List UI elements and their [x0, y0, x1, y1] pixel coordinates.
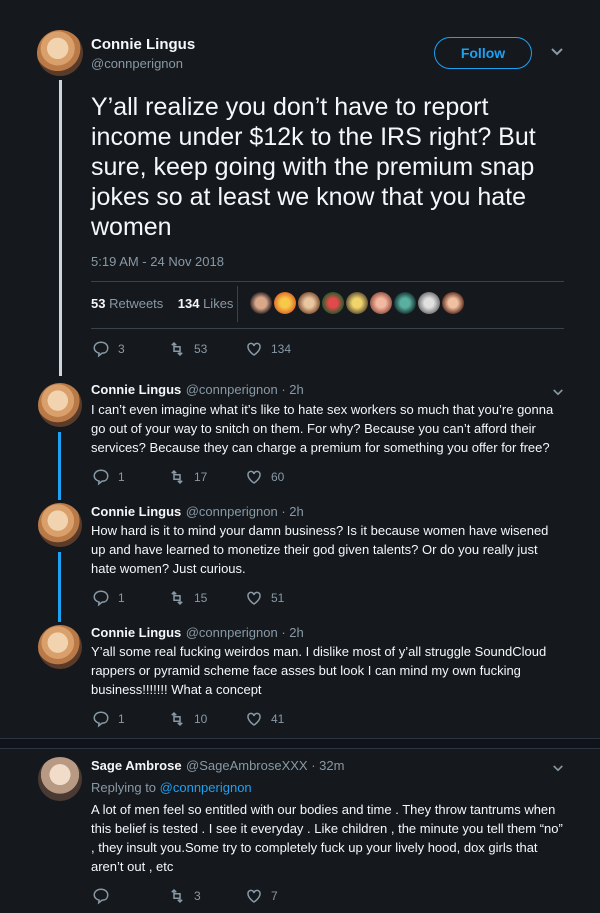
author-name[interactable]: Connie Lingus: [91, 625, 181, 640]
author-name[interactable]: Connie Lingus: [91, 504, 181, 519]
liker-avatar[interactable]: [418, 292, 440, 314]
like-count: 60: [271, 470, 285, 484]
reply-header: Connie Lingus @connperignon · 2h: [91, 503, 304, 521]
likes-count[interactable]: 134: [178, 296, 200, 311]
reply-text: A lot of men feel so entitled with our b…: [91, 802, 563, 874]
reply-count: 1: [118, 712, 125, 726]
like-button[interactable]: 7: [245, 887, 278, 905]
chevron-down-icon[interactable]: [552, 760, 564, 778]
retweet-icon: [171, 711, 183, 727]
author-name[interactable]: Connie Lingus: [91, 382, 181, 397]
like-button[interactable]: 60: [245, 468, 284, 486]
retweet-button[interactable]: 3: [168, 887, 201, 905]
retweets-count[interactable]: 53: [91, 296, 105, 311]
chevron-down-icon[interactable]: [550, 44, 564, 62]
retweet-count: 3: [194, 889, 201, 903]
tweet-text: Y’all realize you don’t have to report i…: [91, 93, 536, 241]
tweet-timestamp[interactable]: 5:19 AM - 24 Nov 2018: [91, 254, 224, 269]
divider: [91, 328, 564, 329]
heart-icon: [247, 712, 261, 726]
retweet-icon: [171, 341, 183, 357]
reply-count: 3: [118, 342, 125, 356]
author-handle[interactable]: @SageAmbroseXXX · 32m: [186, 758, 344, 773]
retweet-button[interactable]: 15: [168, 589, 207, 607]
reply-icon: [93, 341, 109, 358]
divider: [91, 281, 564, 282]
reply-count: 1: [118, 591, 125, 605]
counts-divider: [237, 286, 238, 322]
reply-icon: [93, 469, 109, 486]
author-name[interactable]: Sage Ambrose: [91, 758, 182, 773]
liker-avatar[interactable]: [322, 292, 344, 314]
reply-header: Connie Lingus @connperignon · 2h: [91, 624, 304, 642]
reply-button[interactable]: 3: [92, 340, 125, 358]
like-button[interactable]: 51: [245, 589, 284, 607]
like-count: 7: [271, 889, 278, 903]
avatar[interactable]: [38, 625, 82, 669]
liker-avatar[interactable]: [250, 292, 272, 314]
avatar[interactable]: [38, 503, 82, 547]
reply-header: Connie Lingus @connperignon · 2h: [91, 381, 304, 399]
avatar[interactable]: [37, 30, 83, 76]
retweet-button[interactable]: 53: [168, 340, 207, 358]
retweets-label[interactable]: Retweets: [109, 296, 163, 311]
like-count: 134: [271, 342, 292, 356]
retweet-icon: [171, 590, 183, 606]
retweet-count: 10: [194, 712, 208, 726]
reply-button[interactable]: 1: [92, 710, 125, 728]
reply-button[interactable]: 1: [92, 589, 125, 607]
reply-icon: [93, 711, 109, 728]
liker-avatar[interactable]: [298, 292, 320, 314]
reply-text: I can’t even imagine what it’s like to h…: [91, 402, 554, 455]
liker-avatar[interactable]: [442, 292, 464, 314]
replying-to: Replying to @connperignon: [91, 780, 252, 795]
retweet-icon: [171, 469, 183, 485]
reply-count: 1: [118, 470, 125, 484]
heart-icon: [247, 342, 261, 356]
replying-to-link[interactable]: @connperignon: [160, 780, 252, 795]
reply-header: Sage Ambrose @SageAmbroseXXX · 32m: [91, 757, 344, 775]
reply-button[interactable]: 1: [92, 468, 125, 486]
liker-avatar[interactable]: [346, 292, 368, 314]
author-handle[interactable]: @connperignon · 2h: [186, 504, 304, 519]
like-button[interactable]: 41: [245, 710, 284, 728]
liker-avatar[interactable]: [370, 292, 392, 314]
author-handle[interactable]: @connperignon · 2h: [186, 382, 304, 397]
reply-icon: [93, 888, 109, 905]
follow-button[interactable]: Follow: [434, 37, 532, 69]
reply-text: Y’all some real fucking weirdos man. I d…: [91, 644, 547, 697]
author-handle[interactable]: @connperignon · 2h: [186, 625, 304, 640]
author-name[interactable]: Connie Lingus: [91, 36, 195, 53]
liker-avatar[interactable]: [394, 292, 416, 314]
thread-separator: [0, 738, 600, 749]
retweet-count: 17: [194, 470, 208, 484]
retweet-count: 15: [194, 591, 208, 605]
replying-label: Replying to: [91, 780, 157, 795]
engagement-counts: 53 Retweets 134 Likes: [91, 296, 233, 311]
liker-avatars: [250, 292, 464, 314]
reply-button[interactable]: [92, 887, 118, 905]
likes-label[interactable]: Likes: [203, 296, 233, 311]
thread-line: [59, 80, 62, 376]
like-button[interactable]: 134: [245, 340, 291, 358]
author-handle[interactable]: @connperignon: [91, 56, 183, 71]
retweet-icon: [171, 888, 183, 904]
liker-avatar[interactable]: [274, 292, 296, 314]
retweet-button[interactable]: 17: [168, 468, 207, 486]
retweet-count: 53: [194, 342, 208, 356]
like-count: 51: [271, 591, 285, 605]
reply-icon: [93, 590, 109, 607]
heart-icon: [247, 889, 261, 903]
like-count: 41: [271, 712, 285, 726]
thread-line: [58, 552, 61, 622]
avatar[interactable]: [38, 383, 82, 427]
heart-icon: [247, 470, 261, 484]
thread-line: [58, 432, 61, 500]
avatar[interactable]: [38, 757, 82, 801]
heart-icon: [247, 591, 261, 605]
reply-text: How hard is it to mind your damn busines…: [91, 523, 549, 576]
retweet-button[interactable]: 10: [168, 710, 207, 728]
